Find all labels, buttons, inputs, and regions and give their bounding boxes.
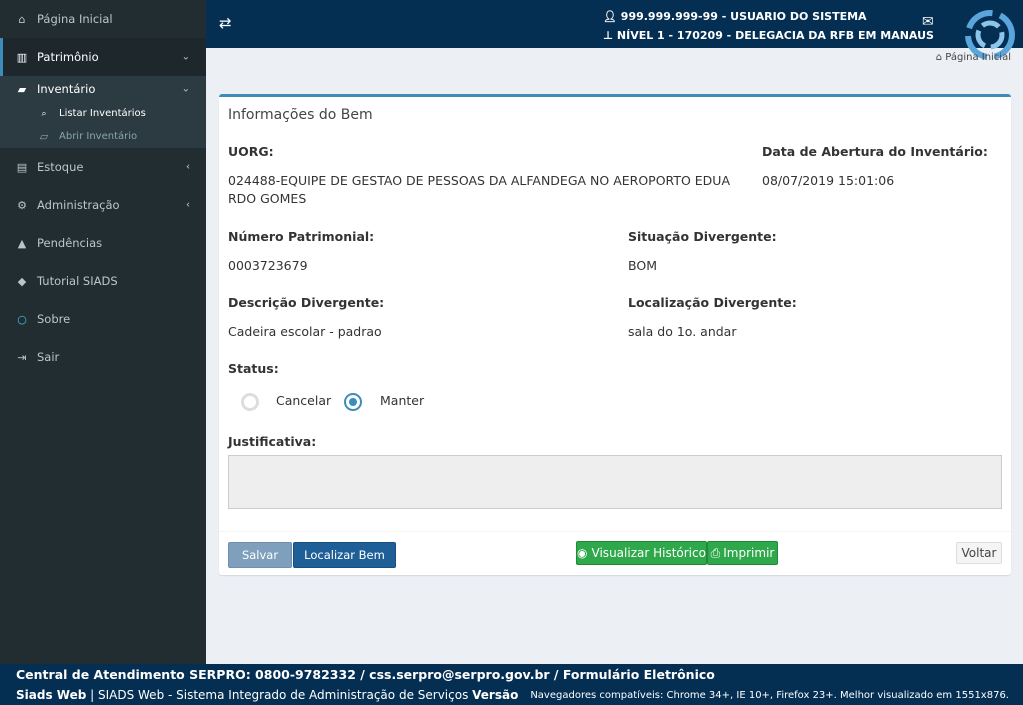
footer-app-desc: | SIADS Web - Sistema Integrado de Admin… bbox=[86, 688, 473, 702]
folder-open-icon: ▱ bbox=[39, 130, 49, 143]
footer-contact[interactable]: Central de Atendimento SERPRO: 0800-9782… bbox=[16, 667, 715, 682]
voltar-button[interactable]: Voltar bbox=[956, 542, 1002, 564]
footer-app-info: Siads Web | SIADS Web - Sistema Integrad… bbox=[16, 688, 518, 702]
radio-manter-label[interactable]: Manter bbox=[380, 392, 424, 410]
archive-icon: ▤ bbox=[16, 160, 28, 174]
sidebar-item-label: Abrir Inventário bbox=[59, 131, 138, 142]
imprimir-label: Imprimir bbox=[723, 546, 775, 560]
box-footer-divider bbox=[219, 531, 1011, 532]
visualizar-historico-label: Visualizar Histórico bbox=[591, 546, 706, 560]
sidebar-item-sair[interactable]: ⇥ Sair bbox=[0, 338, 206, 376]
status-label: Status: bbox=[228, 361, 279, 376]
data-abertura-label: Data de Abertura do Inventário: bbox=[762, 144, 988, 159]
mail-icon[interactable]: ✉ bbox=[922, 14, 934, 30]
sign-out-icon: ⇥ bbox=[17, 350, 27, 364]
user-info: 👤︎ 999.999.999-99 - USUARIO DO SISTEMA ⊥… bbox=[603, 7, 934, 45]
justificativa-textarea[interactable] bbox=[228, 455, 1002, 509]
sidebar-item-pendencias[interactable]: ▲ Pendências bbox=[0, 224, 206, 262]
numero-patrimonial-label: Número Patrimonial: bbox=[228, 229, 375, 244]
uorg-label: UORG: bbox=[228, 144, 274, 159]
sidebar-toggle-icon[interactable]: ⇄ bbox=[219, 14, 232, 32]
circle-icon: ○ bbox=[17, 312, 27, 326]
chevron-down-icon: ⌄ bbox=[181, 83, 190, 95]
radio-cancelar[interactable] bbox=[241, 393, 259, 411]
sidebar-item-label: Sair bbox=[37, 350, 60, 364]
page-footer: Central de Atendimento SERPRO: 0800-9782… bbox=[0, 664, 1023, 705]
sidebar-item-label: Estoque bbox=[37, 160, 84, 174]
sidebar: ⌂ Página Inicial ▥ Patrimônio ⌄ ▰ Invent… bbox=[0, 0, 206, 664]
localizacao-label: Localização Divergente: bbox=[628, 295, 797, 310]
breadcrumb-home[interactable]: Página Inicial bbox=[945, 52, 1011, 63]
chevron-left-icon: ‹ bbox=[186, 199, 190, 211]
print-icon: ⎙ bbox=[710, 545, 721, 560]
sidebar-item-estoque[interactable]: ▤ Estoque ‹ bbox=[0, 148, 206, 186]
chevron-down-icon: ⌄ bbox=[181, 51, 190, 63]
descricao-label: Descrição Divergente: bbox=[228, 295, 385, 310]
sidebar-item-pagina-inicial[interactable]: ⌂ Página Inicial bbox=[0, 0, 206, 38]
sidebar-item-label: Página Inicial bbox=[37, 12, 113, 26]
footer-app-name: Siads Web bbox=[16, 688, 87, 702]
data-abertura-value: 08/07/2019 15:01:06 bbox=[762, 173, 895, 188]
home-icon: ⌂ bbox=[935, 52, 946, 63]
user-icon: 👤︎ bbox=[603, 10, 621, 23]
sitemap-icon: ⊥ bbox=[603, 29, 617, 42]
user-name: 999.999.999-99 - USUARIO DO SISTEMA bbox=[620, 10, 867, 23]
home-icon: ⌂ bbox=[18, 12, 26, 26]
sidebar-item-label: Administração bbox=[37, 198, 120, 212]
inventario-submenu: ⌕ Listar Inventários ▱ Abrir Inventário bbox=[0, 102, 206, 148]
patrimonio-submenu: ▰ Inventário ⌄ ⌕ Listar Inventários ▱ Ab… bbox=[0, 76, 206, 148]
sidebar-item-inventario[interactable]: ▰ Inventário ⌄ bbox=[0, 76, 206, 102]
top-header: ⇄ 👤︎ 999.999.999-99 - USUARIO DO SISTEMA… bbox=[206, 0, 1023, 60]
radio-manter[interactable] bbox=[344, 393, 362, 411]
situacao-value: BOM bbox=[628, 258, 657, 273]
situacao-label: Situação Divergente: bbox=[628, 229, 777, 244]
sidebar-item-sobre[interactable]: ○ Sobre bbox=[0, 300, 206, 338]
radio-cancelar-label[interactable]: Cancelar bbox=[276, 392, 331, 410]
breadcrumb[interactable]: ⌂ Página Inicial bbox=[936, 52, 1011, 63]
descricao-value: Cadeira escolar - padrao bbox=[228, 324, 382, 339]
sidebar-item-patrimonio[interactable]: ▥ Patrimônio ⌄ bbox=[0, 38, 206, 76]
user-level: NÍVEL 1 - 170209 - DELEGACIA DA RFB EM M… bbox=[616, 29, 934, 42]
warning-icon: ▲ bbox=[17, 236, 27, 250]
sidebar-item-tutorial[interactable]: ◆ Tutorial SIADS bbox=[0, 262, 206, 300]
sidebar-item-administracao[interactable]: ⚙ Administração ‹ bbox=[0, 186, 206, 224]
sidebar-item-label: Sobre bbox=[37, 312, 71, 326]
footer-version-label: Versão bbox=[472, 688, 519, 702]
uorg-value: 024488-EQUIPE DE GESTAO DE PESSOAS DA AL… bbox=[228, 173, 730, 206]
localizar-bem-button[interactable]: Localizar Bem bbox=[293, 542, 396, 568]
footer-browsers: Navegadores compatíveis: Chrome 34+, IE … bbox=[530, 690, 1009, 701]
sidebar-item-label: Inventário bbox=[37, 82, 96, 96]
sidebar-item-listar-inventarios[interactable]: ⌕ Listar Inventários bbox=[0, 102, 206, 125]
box-title: Informações do Bem bbox=[228, 107, 373, 123]
search-icon: ⌕ bbox=[41, 108, 47, 119]
sidebar-item-abrir-inventario[interactable]: ▱ Abrir Inventário bbox=[0, 125, 206, 148]
graduation-cap-icon: ◆ bbox=[17, 274, 27, 288]
localizacao-value: sala do 1o. andar bbox=[628, 324, 737, 339]
visualizar-historico-button[interactable]: ◉ Visualizar Histórico bbox=[576, 541, 707, 565]
barcode-icon: ▥ bbox=[16, 50, 28, 64]
sidebar-item-label: Tutorial SIADS bbox=[37, 274, 118, 288]
imprimir-button[interactable]: ⎙ Imprimir bbox=[707, 541, 778, 565]
chevron-left-icon: ‹ bbox=[186, 161, 190, 173]
book-icon: ▰ bbox=[17, 82, 27, 96]
sidebar-item-label: Listar Inventários bbox=[59, 108, 146, 119]
salvar-button[interactable]: Salvar bbox=[228, 542, 292, 568]
eye-icon: ◉ bbox=[577, 546, 588, 560]
sidebar-item-label: Pendências bbox=[37, 236, 103, 250]
justificativa-label: Justificativa: bbox=[228, 434, 317, 449]
sidebar-item-label: Patrimônio bbox=[37, 50, 99, 64]
info-box: Informações do Bem UORG: 024488-EQUIPE D… bbox=[219, 94, 1011, 575]
cogs-icon: ⚙ bbox=[17, 198, 27, 212]
numero-patrimonial-value: 0003723679 bbox=[228, 258, 308, 273]
